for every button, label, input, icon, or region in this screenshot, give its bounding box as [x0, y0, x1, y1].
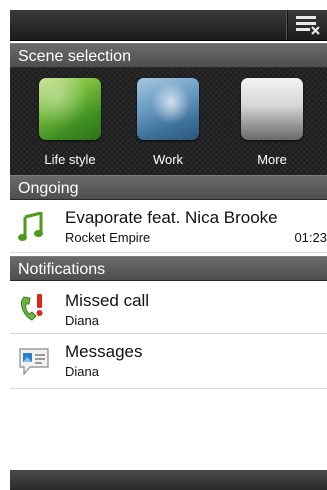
- scene-label: Work: [152, 152, 184, 167]
- notification-title: Messages: [65, 342, 143, 361]
- music-note-icon: [18, 212, 43, 241]
- notification-messages[interactable]: Messages Diana: [10, 334, 327, 389]
- scene-selection-header: Scene selection: [10, 43, 327, 68]
- lifestyle-scene-thumbnail: [39, 78, 101, 140]
- track-artist: Rocket Empire: [65, 230, 151, 245]
- missed-call-icon: [21, 294, 43, 321]
- scene-label: Life style: [44, 152, 96, 167]
- bottom-handle-bar[interactable]: [10, 470, 327, 490]
- more-scene-thumbnail: [241, 78, 303, 140]
- scene-selector: Life style Work More: [10, 68, 327, 175]
- notification-missed-call[interactable]: Missed call Diana: [10, 282, 327, 334]
- scene-work[interactable]: Work: [128, 78, 208, 167]
- work-scene-thumbnail: [137, 78, 199, 140]
- notifications-header: Notifications: [10, 256, 327, 281]
- scene-more[interactable]: More: [232, 78, 312, 167]
- message-icon: [19, 348, 49, 376]
- notification-subtitle: Diana: [65, 313, 99, 328]
- scene-label: More: [257, 152, 287, 167]
- notification-panel: Scene selection Life style Work More Ong…: [10, 10, 327, 490]
- notification-subtitle: Diana: [65, 364, 99, 379]
- top-bar: [10, 10, 327, 41]
- scene-lifestyle[interactable]: Life style: [30, 78, 110, 167]
- notification-title: Missed call: [65, 291, 150, 310]
- track-title: Evaporate feat. Nica Brooke: [65, 208, 278, 227]
- ongoing-header: Ongoing: [10, 175, 327, 200]
- clear-notifications-button[interactable]: [286, 10, 327, 40]
- clear-list-icon: [296, 16, 320, 35]
- ongoing-music-item[interactable]: Evaporate feat. Nica Brooke Rocket Empir…: [10, 200, 327, 253]
- track-time: 01:23: [294, 230, 327, 245]
